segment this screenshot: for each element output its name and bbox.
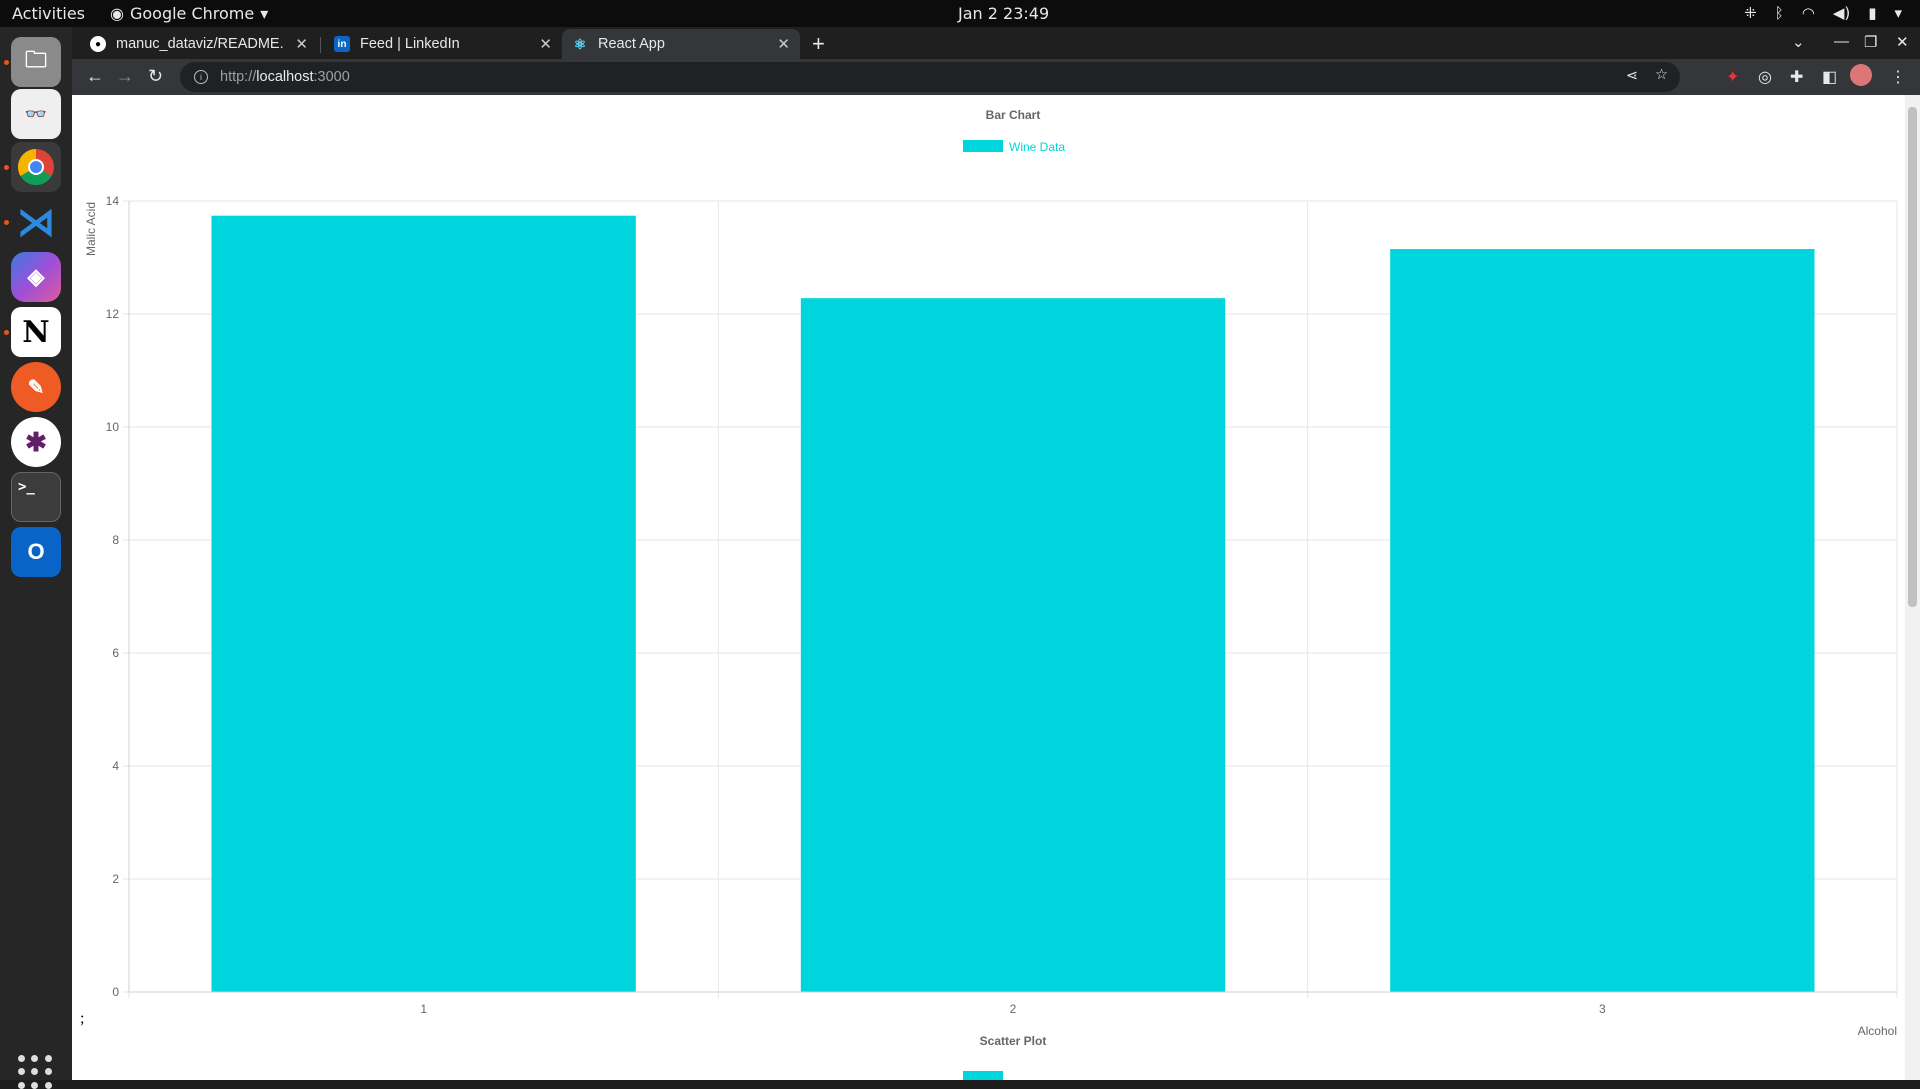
tab-title: React App (598, 36, 665, 52)
close-icon[interactable]: ✕ (295, 35, 308, 53)
minimize-icon[interactable]: — (1834, 33, 1849, 50)
bluetooth-icon[interactable]: ᛒ (1775, 4, 1784, 22)
legend-swatch (963, 140, 1003, 152)
url-port: :3000 (313, 69, 350, 85)
url-scheme: http:// (220, 69, 257, 85)
x-tick-label: 1 (420, 1002, 427, 1016)
y-tick-label: 0 (112, 985, 119, 999)
slack-icon[interactable]: ✱ (11, 417, 61, 467)
chart-legend[interactable]: Wine Data (963, 140, 1065, 154)
scatter-plot-title: Scatter Plot (980, 1034, 1047, 1048)
terminal-icon[interactable]: >_ (11, 472, 61, 522)
share-icon[interactable]: ⋖ (1626, 68, 1638, 84)
activities-button[interactable]: Activities (12, 4, 85, 23)
page-scrollbar[interactable] (1905, 95, 1920, 1080)
tab-github-readme[interactable]: ● manuc_dataviz/README. ✕ (80, 29, 318, 59)
running-indicator (4, 60, 9, 65)
y-tick-label: 2 (112, 872, 119, 886)
x-tick-label: 2 (1010, 1002, 1017, 1016)
side-panel-icon[interactable]: ◧ (1822, 67, 1837, 87)
chrome-logo (17, 149, 54, 186)
chart-title: Bar Chart (986, 108, 1041, 122)
power-menu-icon[interactable]: ▾ (1894, 4, 1902, 22)
y-tick-label: 6 (112, 646, 119, 660)
chart-bars (211, 215, 1815, 992)
browser-toolbar: ← → ↻ i http:// localhost :3000 ⋖ ☆ ✦ ◎ … (72, 59, 1920, 95)
chrome-small-icon: ◉ (110, 4, 124, 23)
running-indicator (4, 330, 9, 335)
outlook-icon[interactable]: O (11, 527, 61, 577)
y-tick-label: 14 (106, 194, 120, 208)
stray-text: ; (80, 1010, 85, 1027)
tab-title: manuc_dataviz/README. (116, 36, 284, 52)
bar-3 (1390, 249, 1815, 992)
react-icon: ⚛ (573, 35, 587, 52)
x-axis-title: Alcohol (1858, 1024, 1897, 1038)
bar-2 (800, 298, 1226, 992)
scrollbar-thumb[interactable] (1908, 107, 1917, 607)
clock[interactable]: Jan 2 23:49 (958, 4, 1049, 23)
extension-icon[interactable]: ✦ (1726, 67, 1739, 87)
tab-title: Feed | LinkedIn (360, 36, 460, 52)
volume-icon[interactable]: ◀) (1833, 4, 1850, 22)
profile-avatar[interactable] (1850, 64, 1872, 86)
legend-label: Wine Data (1009, 140, 1065, 154)
address-bar[interactable]: i http:// localhost :3000 ⋖ ☆ (180, 62, 1680, 92)
chrome-menu-icon[interactable]: ⋮ (1890, 67, 1906, 87)
files-icon[interactable]: 🗀 (11, 37, 61, 87)
app-menu-label: Google Chrome (129, 4, 255, 23)
slack-tray-icon[interactable]: ⁜ (1744, 4, 1757, 22)
new-tab-icon[interactable]: + (812, 31, 825, 57)
tab-search-icon[interactable]: ⌄ (1792, 33, 1805, 51)
x-tick-label: 3 (1599, 1002, 1606, 1016)
extensions-puzzle-icon[interactable]: ✚ (1790, 67, 1803, 87)
system-tray[interactable]: ⁜ ᛒ ◠ ◀) ▮ ▾ (1744, 4, 1902, 22)
close-icon[interactable]: ✕ (539, 35, 552, 53)
extension-target-icon[interactable]: ◎ (1758, 67, 1772, 87)
y-tick-label: 12 (106, 307, 120, 321)
url-host: localhost (256, 69, 314, 85)
vscode-icon[interactable]: ⋊ (11, 197, 61, 247)
tab-linkedin-feed[interactable]: in Feed | LinkedIn ✕ (324, 29, 562, 59)
bar-chart: 024681012141 2 3 Bar Chart Wine Data Malic… (84, 108, 1898, 1080)
bookmark-star-icon[interactable]: ☆ (1655, 67, 1668, 83)
maximize-icon[interactable]: ❐ (1864, 33, 1877, 51)
y-tick-label: 4 (112, 759, 119, 773)
system-top-bar: Activities ◉ Google Chrome ▾ Jan 2 23:49… (0, 0, 1920, 27)
dock: 🗀 👓 ⋊ ◈ N ✎ ✱ >_ O (0, 27, 72, 1089)
y-tick-label: 10 (106, 420, 120, 434)
tab-strip: ● manuc_dataviz/README. ✕ in Feed | Link… (72, 27, 1920, 59)
window-close-icon[interactable]: ✕ (1896, 33, 1909, 51)
back-icon[interactable]: ← (86, 66, 104, 87)
app-menu[interactable]: ◉ Google Chrome ▾ (110, 4, 268, 23)
wifi-icon[interactable]: ◠ (1802, 4, 1815, 22)
reload-icon[interactable]: ↻ (148, 66, 163, 87)
browser-window: ● manuc_dataviz/README. ✕ in Feed | Link… (72, 27, 1920, 1080)
running-indicator (4, 165, 9, 170)
notion-icon[interactable]: N (11, 307, 61, 357)
caret-down-icon: ▾ (260, 4, 269, 23)
chrome-icon[interactable] (11, 142, 61, 192)
document-viewer-icon[interactable]: 👓 (11, 89, 61, 139)
microsoft-365-icon[interactable]: ◈ (11, 252, 61, 302)
postman-icon[interactable]: ✎ (11, 362, 61, 412)
running-indicator (4, 220, 9, 225)
tab-divider (320, 37, 321, 53)
github-icon: ● (90, 36, 106, 52)
page-viewport: 0 2 4 6 8 10 12 14 1 2 3 Bar Chart Wine Data Malic… (72, 95, 1920, 1080)
forward-icon[interactable]: → (116, 66, 134, 87)
y-axis-title: Malic Acid (84, 202, 98, 256)
site-info-icon[interactable]: i (194, 70, 208, 84)
y-tick-label: 8 (112, 533, 119, 547)
battery-icon[interactable]: ▮ (1868, 4, 1876, 22)
bar-1 (211, 215, 636, 992)
show-applications-icon[interactable] (18, 1055, 52, 1089)
close-icon[interactable]: ✕ (777, 35, 790, 53)
scatter-legend-swatch (963, 1071, 1003, 1080)
tab-react-app[interactable]: ⚛ React App ✕ (562, 29, 800, 59)
linkedin-icon: in (334, 36, 350, 52)
